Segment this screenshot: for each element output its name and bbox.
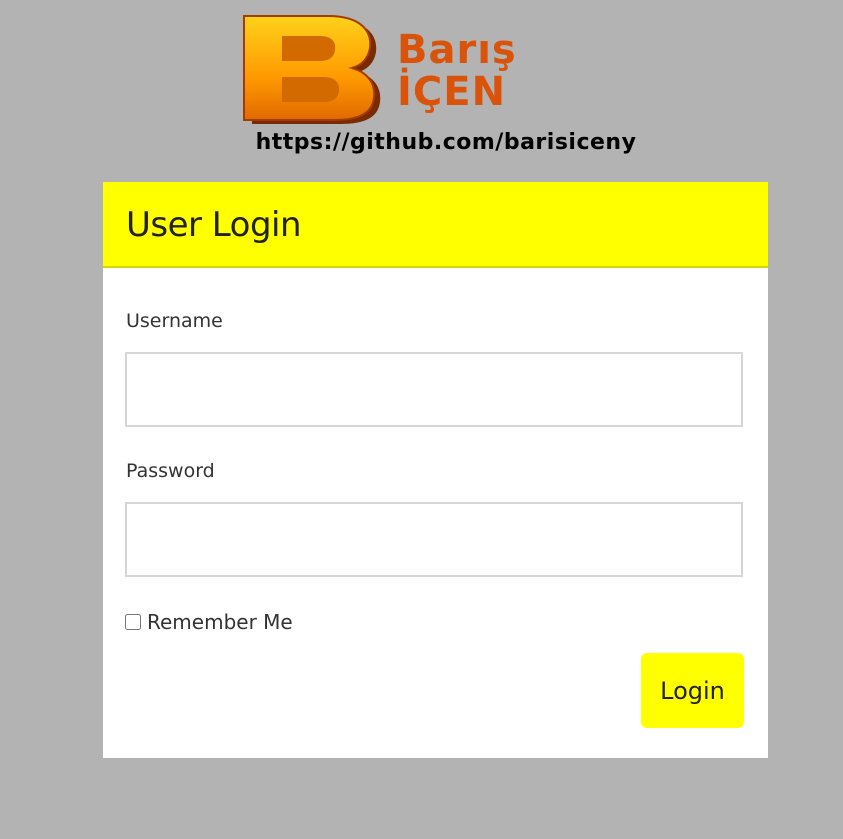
username-field[interactable]	[125, 352, 743, 427]
remember-me-checkbox[interactable]	[125, 614, 141, 630]
password-field[interactable]	[125, 502, 743, 577]
remember-me-label[interactable]: Remember Me	[147, 610, 293, 634]
logo-b-icon	[243, 15, 381, 124]
password-label: Password	[126, 460, 215, 482]
login-card: User Login Username Password Remember Me…	[103, 182, 768, 758]
brand-logo: Barış İÇEN	[240, 14, 570, 126]
brand-name-first: Barış	[397, 27, 517, 73]
remember-me-row: Remember Me	[125, 610, 293, 634]
github-url: https://github.com/barisiceny	[255, 130, 637, 155]
brand-name-last: İÇEN	[397, 69, 507, 115]
username-label: Username	[126, 310, 223, 332]
login-button[interactable]: Login	[641, 653, 744, 728]
page-title: User Login	[126, 205, 302, 245]
